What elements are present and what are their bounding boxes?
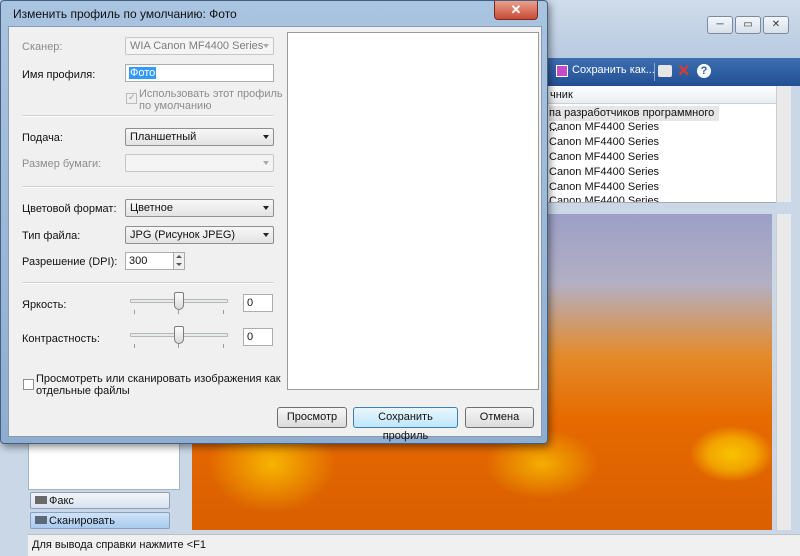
slider-tick	[223, 344, 224, 348]
chevron-down-icon	[263, 44, 269, 48]
contrast-value: 0	[247, 331, 254, 343]
list-item[interactable]: Canon MF4400 Series	[549, 150, 659, 165]
fax-icon	[35, 496, 47, 504]
list-scrollbar[interactable]	[776, 86, 791, 202]
maximize-icon[interactable]: ▭	[735, 16, 761, 34]
contrast-field[interactable]: 0	[243, 328, 273, 346]
cancel-button[interactable]: Отмена	[465, 407, 534, 428]
print-icon[interactable]	[658, 65, 672, 77]
resolution-spinner[interactable]	[173, 252, 185, 270]
sidebar-item-label: Сканировать	[49, 515, 115, 527]
paper-size-label: Размер бумаги:	[22, 158, 102, 170]
preview-button[interactable]: Просмотр	[277, 407, 347, 428]
color-format-value: Цветное	[130, 202, 173, 214]
delete-icon[interactable]: ✕	[677, 61, 690, 81]
sidebar-item-scan[interactable]: Сканировать	[30, 512, 170, 529]
scanner-value: WIA Canon MF4400 Series	[130, 40, 264, 52]
source-value: Планшетный	[130, 131, 197, 143]
profile-name-field[interactable]: Фото	[125, 64, 274, 82]
slider-tick	[178, 310, 179, 314]
chevron-down-icon	[263, 206, 269, 210]
edit-profile-dialog: Изменить профиль по умолчанию: Фото ✕ Ск…	[0, 0, 548, 444]
chevron-up-icon[interactable]	[176, 255, 182, 258]
chevron-down-icon[interactable]	[176, 263, 182, 266]
save-icon[interactable]	[556, 65, 568, 77]
scanner-label: Сканер:	[22, 41, 63, 53]
chevron-down-icon	[263, 135, 269, 139]
brightness-field[interactable]: 0	[243, 294, 273, 312]
list-item[interactable]: Canon MF4400 Series	[549, 120, 659, 135]
scanner-select[interactable]: WIA Canon MF4400 Series	[125, 37, 274, 55]
color-format-label: Цветовой формат:	[22, 203, 117, 215]
divider	[22, 186, 274, 188]
source-label: Подача:	[22, 132, 63, 144]
close-button[interactable]: ✕	[494, 1, 538, 20]
preview-scrollbar[interactable]	[776, 214, 791, 530]
slider-tick	[134, 310, 135, 314]
profile-name-value: Фото	[129, 67, 157, 79]
brightness-label: Яркость:	[22, 299, 67, 311]
resolution-label: Разрешение (DPI):	[22, 256, 118, 268]
brightness-slider-thumb[interactable]	[174, 292, 184, 310]
slider-tick	[223, 310, 224, 314]
profile-name-label: Имя профиля:	[22, 69, 96, 81]
status-bar: Для вывода справки нажмите <F1	[28, 534, 800, 556]
column-header-source[interactable]: чник	[546, 86, 776, 104]
list-item[interactable]: Canon MF4400 Series	[549, 135, 659, 150]
contrast-slider-thumb[interactable]	[174, 326, 184, 344]
background-window-titlebar: ─ ▭ ✕	[540, 0, 800, 58]
chevron-down-icon	[263, 161, 269, 165]
paper-size-select[interactable]	[125, 154, 274, 172]
brightness-value: 0	[247, 297, 254, 309]
minimize-icon[interactable]: ─	[707, 16, 733, 34]
save-as-button[interactable]: Сохранить как...	[572, 64, 655, 76]
chevron-down-icon	[263, 233, 269, 237]
save-profile-button[interactable]: Сохранить профиль	[353, 407, 458, 442]
help-icon[interactable]: ?	[697, 64, 711, 78]
separate-files-checkbox[interactable]	[23, 379, 34, 390]
use-default-label-line: Использовать этот профиль	[139, 88, 283, 100]
resolution-field[interactable]: 300	[125, 252, 175, 270]
separate-files-label-line: Просмотреть или сканировать изображения …	[36, 373, 281, 385]
color-format-select[interactable]: Цветное	[125, 199, 274, 217]
separate-files-label: Просмотреть или сканировать изображения …	[36, 373, 281, 397]
divider	[22, 115, 274, 117]
use-default-checkbox[interactable]: ✓	[126, 92, 137, 104]
check-icon: ✓	[128, 92, 136, 102]
contrast-label: Контрастность:	[22, 333, 100, 345]
toolbar-separator	[654, 63, 655, 81]
list-item[interactable]: Canon MF4400 Series	[549, 180, 659, 195]
scan-list: чник па разработчиков программного ... C…	[546, 86, 776, 203]
folder-pane	[28, 440, 180, 490]
slider-tick	[134, 344, 135, 348]
list-item[interactable]: па разработчиков программного ...	[549, 106, 719, 134]
list-item[interactable]: Canon MF4400 Series	[549, 194, 659, 202]
close-icon[interactable]: ✕	[763, 16, 789, 34]
file-type-label: Тип файла:	[22, 230, 81, 242]
sidebar-item-fax[interactable]: Факс	[30, 492, 170, 509]
file-type-select[interactable]: JPG (Рисунок JPEG)	[125, 226, 274, 244]
separate-files-label-line: отдельные файлы	[36, 385, 130, 397]
scanner-icon	[35, 516, 47, 524]
dialog-body: Сканер: WIA Canon MF4400 Series Имя проф…	[8, 26, 542, 442]
sidebar-item-label: Факс	[49, 495, 74, 507]
source-select[interactable]: Планшетный	[125, 128, 274, 146]
background-toolbar: Сохранить как... ✕ ?	[546, 58, 800, 86]
preview-area[interactable]	[287, 32, 539, 390]
list-item[interactable]: Canon MF4400 Series	[549, 165, 659, 180]
dialog-title: Изменить профиль по умолчанию: Фото	[13, 7, 237, 21]
use-default-label-line: по умолчанию	[139, 100, 212, 112]
file-type-value: JPG (Рисунок JPEG)	[130, 229, 236, 241]
resolution-value: 300	[129, 255, 148, 267]
divider	[22, 282, 274, 284]
use-default-label: Использовать этот профиль по умолчанию	[139, 88, 283, 112]
slider-tick	[178, 344, 179, 348]
